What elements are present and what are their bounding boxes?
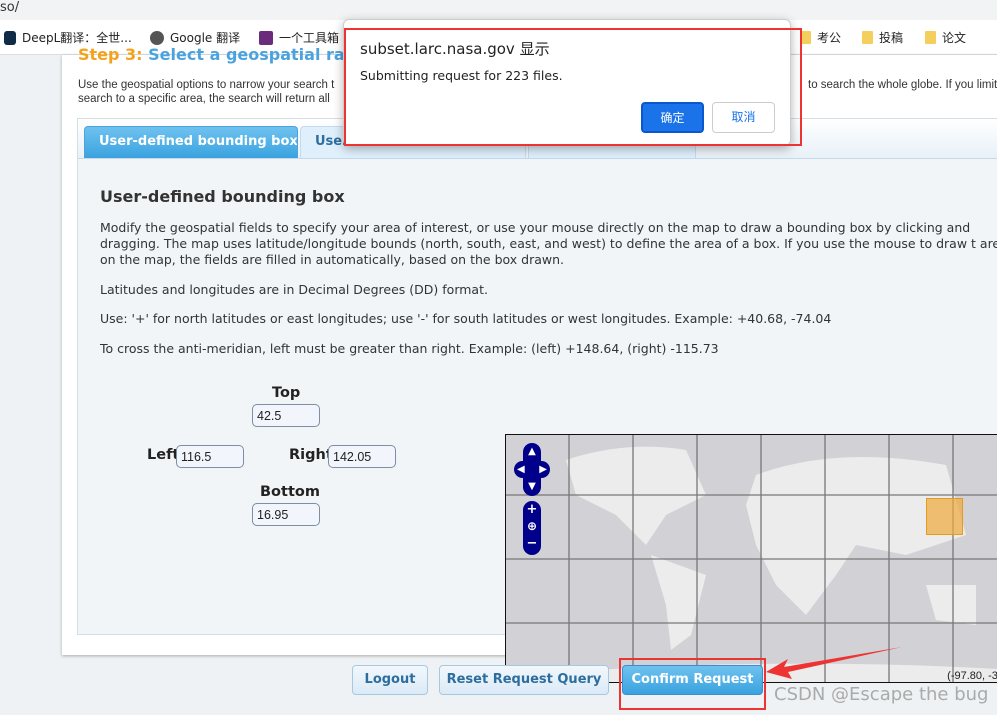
bookmark-toolbox[interactable]: 一个工具箱: [259, 29, 339, 46]
selection-bounding-box[interactable]: [926, 498, 963, 535]
annotation-box-confirm: [619, 658, 766, 710]
bookmark-google-translate[interactable]: Google 翻译: [150, 29, 240, 46]
logout-button[interactable]: Logout: [352, 665, 428, 695]
right-input[interactable]: [328, 445, 396, 468]
map-graticule: [506, 435, 997, 682]
geospatial-panel: User-defined bounding box User User-defi…: [77, 118, 997, 683]
antimeridian-para: To cross the anti-meridian, left must be…: [100, 341, 719, 356]
coordinate-readout: (-97.80, -35.32): [947, 670, 997, 682]
bookmark-label: 一个工具箱: [279, 31, 340, 45]
bookmark-label: DeepL翻译：全世...: [22, 31, 132, 45]
top-label: Top: [272, 385, 301, 401]
globe-icon[interactable]: ⊕: [523, 518, 541, 535]
url-text: so/: [0, 0, 20, 15]
pan-left-icon[interactable]: ◀: [517, 461, 525, 478]
left-input[interactable]: [176, 445, 244, 468]
bottom-input[interactable]: [252, 503, 320, 526]
world-map[interactable]: ▲ ◀ ▶ ▼ +⊕− (-97.80, -35.32): [505, 434, 997, 683]
bookmark-kaogong[interactable]: 考公: [800, 29, 841, 46]
top-input[interactable]: [252, 404, 320, 427]
pan-right-icon[interactable]: ▶: [539, 461, 547, 478]
bookmark-lunwen[interactable]: 论文: [925, 29, 966, 46]
zoom-out-icon[interactable]: −: [523, 535, 541, 552]
bottom-label: Bottom: [260, 484, 320, 500]
globe-icon: [150, 30, 164, 45]
address-bar[interactable]: so/: [0, 0, 997, 20]
annotation-box-dialog: [344, 28, 802, 146]
right-label: Right: [289, 447, 333, 463]
bookmark-label: 论文: [942, 31, 967, 45]
folder-icon: [925, 31, 936, 44]
bookmark-label: 投稿: [879, 31, 904, 45]
watermark: CSDN @Escape the bug: [774, 684, 989, 705]
toolbox-icon: [259, 30, 273, 45]
left-label: Left: [147, 447, 180, 463]
zoom-in-icon[interactable]: +: [523, 501, 541, 518]
step-title: Step 3: Select a geospatial ran: [78, 45, 357, 64]
instructions-para: Modify the geospatial fields to specify …: [100, 220, 997, 267]
bookmark-tougao[interactable]: 投稿: [862, 29, 903, 46]
sign-para: Use: '+' for north latitudes or east lon…: [100, 311, 832, 326]
reset-request-query-button[interactable]: Reset Request Query: [439, 665, 609, 695]
bookmark-label: Google 翻译: [170, 31, 241, 45]
format-para: Latitudes and longitudes are in Decimal …: [100, 282, 488, 297]
pan-control[interactable]: ▲ ◀ ▶ ▼: [514, 443, 550, 496]
pan-down-icon[interactable]: ▼: [523, 478, 541, 496]
tab-user-defined-bounding-box[interactable]: User-defined bounding box: [84, 126, 298, 158]
zoom-control: + ⊕ −: [523, 501, 541, 555]
annotation-arrow: [766, 647, 902, 679]
pan-up-icon[interactable]: ▲: [523, 443, 541, 461]
section-title: User-defined bounding box: [100, 187, 345, 206]
deepl-icon: [4, 30, 16, 45]
folder-icon: [862, 31, 873, 44]
bookmark-deepl[interactable]: DeepL翻译：全世...: [4, 29, 132, 46]
bookmark-label: 考公: [817, 31, 842, 45]
